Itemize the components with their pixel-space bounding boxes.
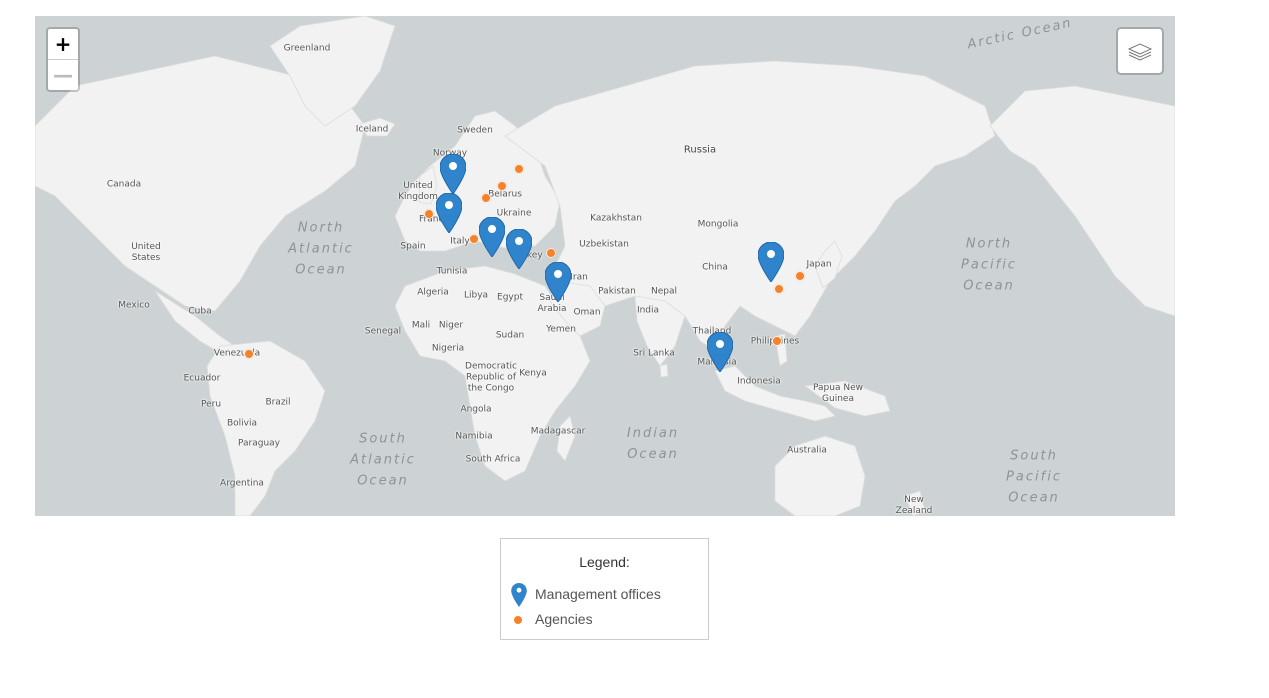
agency-marker[interactable] — [546, 248, 556, 258]
legend: Legend: Management offices Agencies — [500, 538, 709, 640]
map-pin-icon — [511, 583, 527, 607]
dot-icon — [514, 616, 522, 624]
map-pin-icon — [706, 331, 734, 373]
map-base-layer — [35, 16, 1175, 516]
layers-icon — [1127, 43, 1153, 61]
management-office-marker[interactable] — [435, 192, 463, 234]
map-pin-icon — [505, 228, 533, 270]
legend-item-label: Agencies — [535, 611, 593, 627]
agency-marker[interactable] — [795, 271, 805, 281]
agency-marker[interactable] — [772, 336, 782, 346]
world-map[interactable]: Greenland Iceland Sweden Norway Russia C… — [35, 16, 1175, 516]
agency-marker[interactable] — [424, 209, 434, 219]
management-office-marker[interactable] — [478, 216, 506, 258]
map-pin-icon — [435, 192, 463, 234]
zoom-in-button[interactable]: + — [48, 29, 78, 59]
agency-marker[interactable] — [514, 164, 524, 174]
map-pin-icon — [544, 261, 572, 303]
map-pin-icon — [757, 241, 785, 283]
agency-marker[interactable] — [481, 193, 491, 203]
map-pin-icon — [478, 216, 506, 258]
management-office-marker[interactable] — [757, 241, 785, 283]
map-pin-icon — [439, 153, 467, 195]
zoom-control: + — — [46, 27, 80, 92]
management-office-marker[interactable] — [706, 331, 734, 373]
management-office-marker[interactable] — [544, 261, 572, 303]
legend-title: Legend: — [579, 554, 630, 570]
agency-marker[interactable] — [469, 234, 479, 244]
layers-button[interactable] — [1116, 27, 1164, 75]
management-office-marker[interactable] — [505, 228, 533, 270]
agency-marker[interactable] — [497, 181, 507, 191]
agency-marker[interactable] — [774, 284, 784, 294]
legend-item-label: Management offices — [535, 586, 661, 602]
zoom-out-button[interactable]: — — [48, 59, 78, 90]
agency-marker[interactable] — [244, 349, 254, 359]
management-office-marker[interactable] — [439, 153, 467, 195]
